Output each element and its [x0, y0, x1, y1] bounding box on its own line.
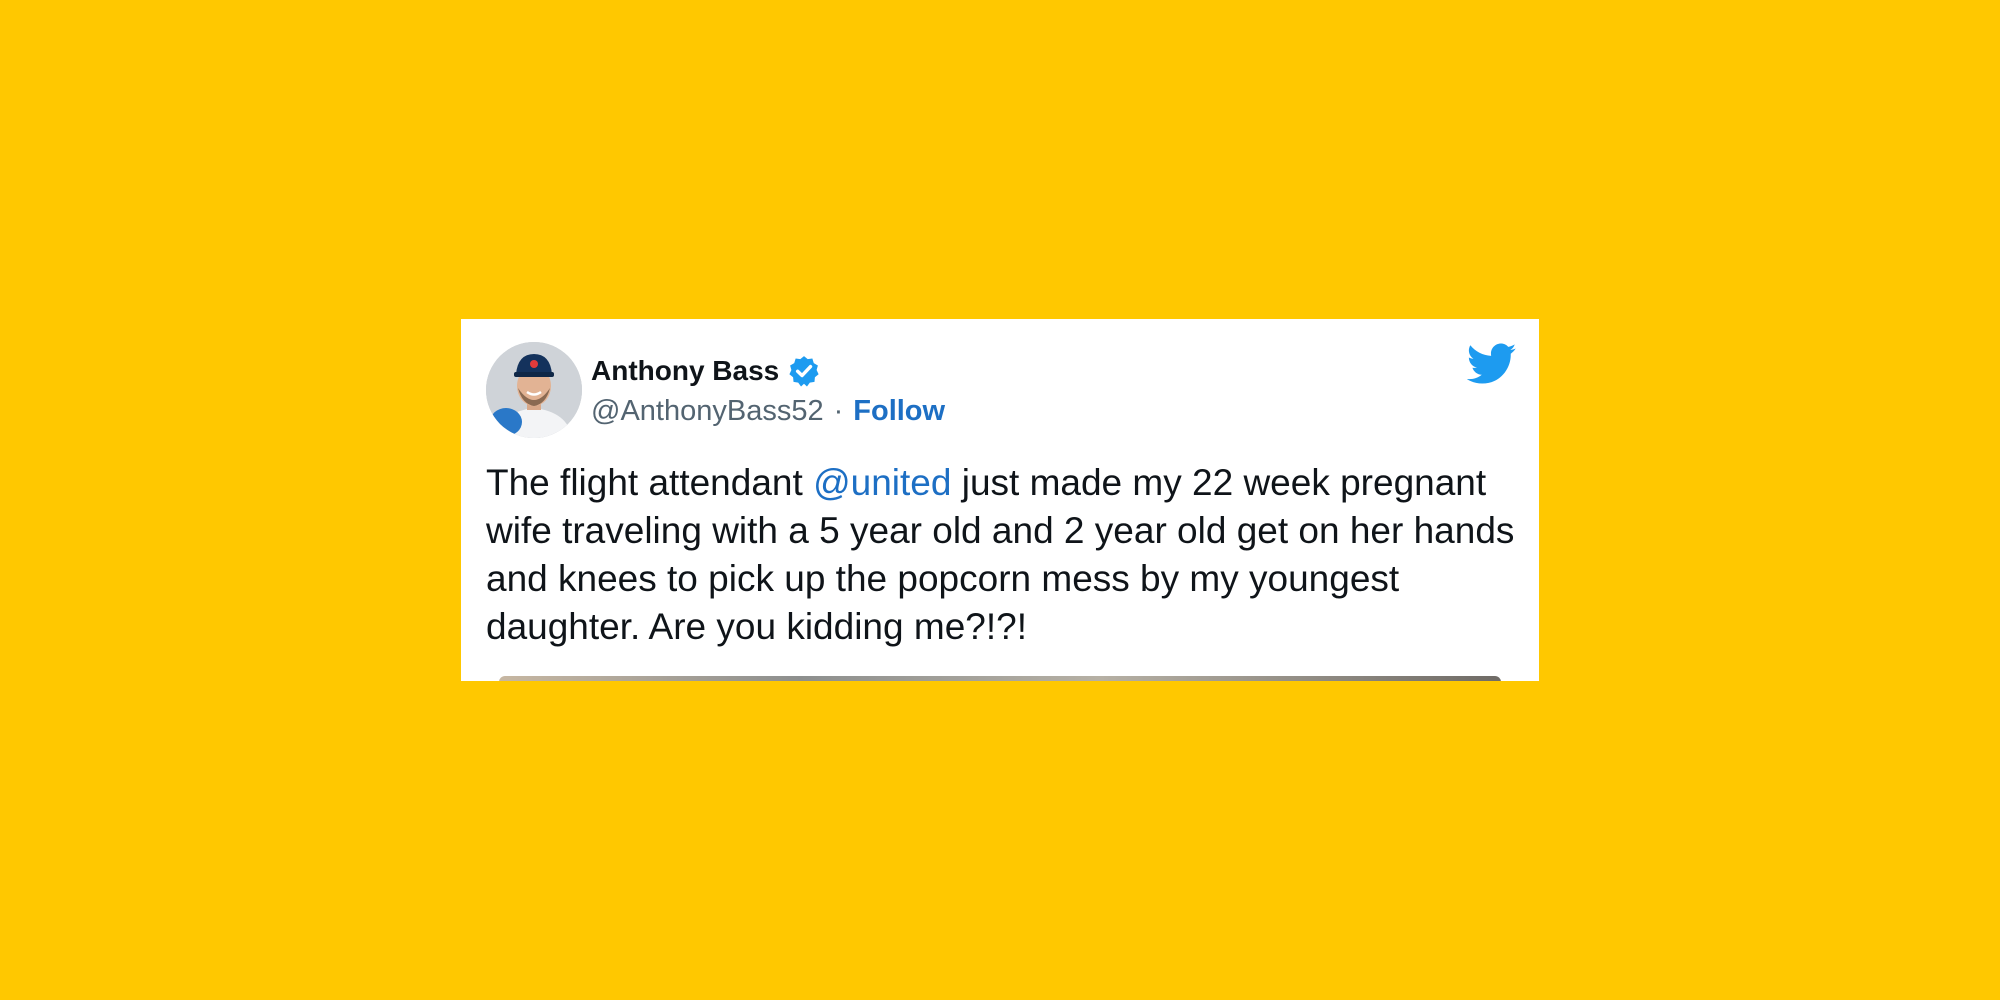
tweet-text: The flight attendant @united just made m…	[486, 459, 1526, 651]
avatar[interactable]	[486, 342, 582, 438]
twitter-bird-icon[interactable]	[1466, 343, 1517, 387]
media-preview[interactable]	[499, 676, 1501, 681]
avatar-image	[486, 342, 582, 438]
follow-button[interactable]: Follow	[853, 395, 945, 428]
tweet-card: Anthony Bass @AnthonyBass52 · Follow The…	[461, 319, 1539, 681]
author-name-row: Anthony Bass	[591, 353, 821, 389]
separator-dot: ·	[833, 394, 844, 427]
mention-link[interactable]: @united	[813, 462, 951, 503]
author-handle[interactable]: @AnthonyBass52	[591, 395, 824, 428]
author-name[interactable]: Anthony Bass	[591, 355, 779, 387]
verified-badge-icon	[787, 354, 821, 388]
author-handle-row: @AnthonyBass52 · Follow	[591, 393, 945, 429]
tweet-text-part-1: The flight attendant	[486, 462, 814, 503]
